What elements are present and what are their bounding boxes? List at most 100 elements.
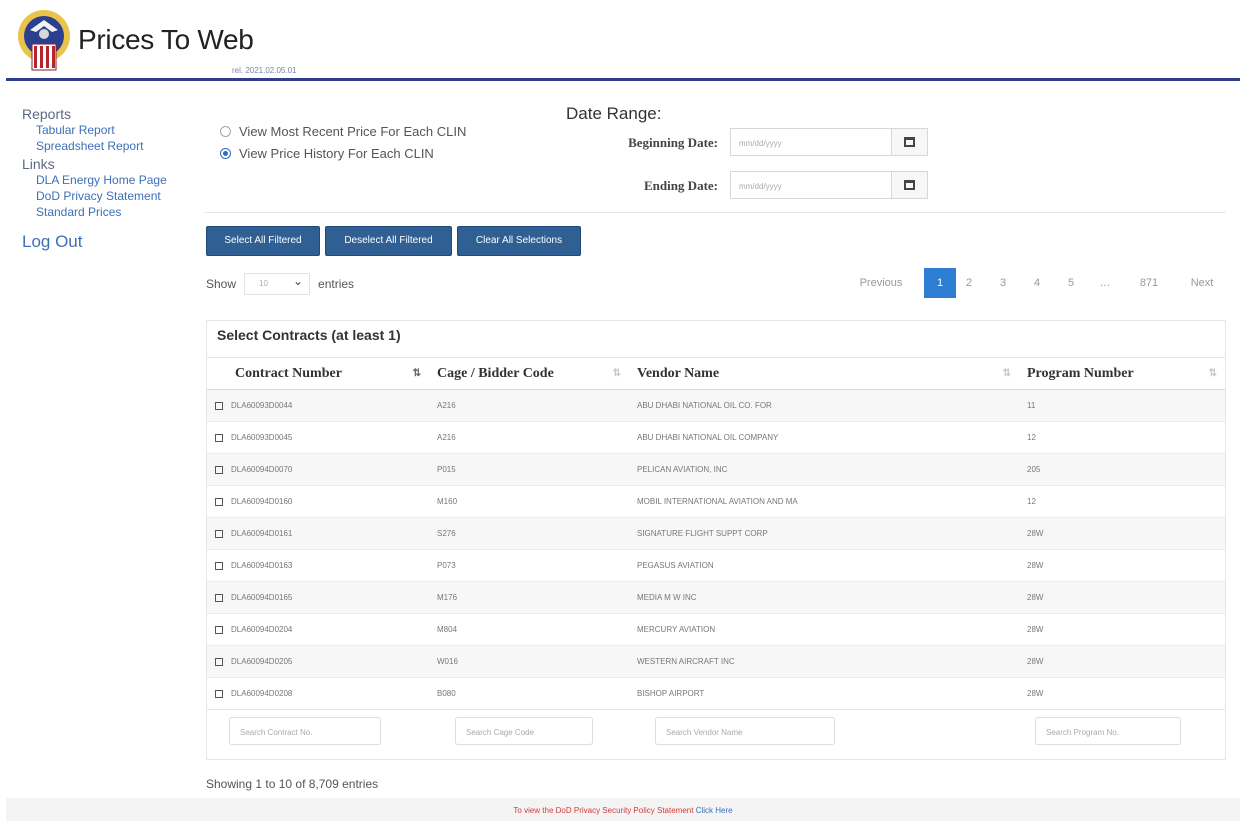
sidebar-link-privacy-statement[interactable]: DoD Privacy Statement bbox=[22, 188, 202, 204]
row-checkbox[interactable] bbox=[215, 561, 223, 570]
column-header-vendor-name[interactable]: Vendor Name ⇅ bbox=[629, 357, 1019, 390]
table-row[interactable]: DLA60094D0205 W016 WESTERN AIRCRAFT INC 28W bbox=[207, 645, 1225, 678]
contract-number-cell-text: DLA60094D0205 bbox=[231, 657, 293, 666]
contract-number-cell-text: DLA60094D0160 bbox=[231, 497, 293, 506]
table-row[interactable]: DLA60094D0161 S276 SIGNATURE FLIGHT SUPPT … bbox=[207, 517, 1225, 550]
table-row[interactable]: DLA60094D0165 M176 MEDIA M W INC 28W bbox=[207, 581, 1225, 614]
row-checkbox[interactable] bbox=[215, 689, 223, 698]
vendor-name-cell-text: ABU DHABI NATIONAL OIL COMPANY bbox=[637, 433, 779, 442]
vendor-name-cell: SIGNATURE FLIGHT SUPPT CORP bbox=[629, 517, 1019, 550]
cage-code-cell: P073 bbox=[429, 549, 629, 582]
search-cage-input[interactable]: Search Cage Code bbox=[455, 716, 593, 745]
row-checkbox[interactable] bbox=[215, 433, 223, 442]
program-number-cell: 28W bbox=[1019, 613, 1225, 646]
sort-icon[interactable]: ⇅ bbox=[1003, 368, 1011, 379]
vendor-name-cell: MEDIA M W INC bbox=[629, 581, 1019, 614]
beginning-date-input[interactable]: mm/dd/yyyy bbox=[730, 128, 892, 156]
cage-code-cell-text: S276 bbox=[437, 529, 456, 538]
version-label: rel. 2021.02.05.01 bbox=[232, 66, 297, 75]
contract-number-cell: DLA60094D0204 bbox=[207, 613, 429, 646]
sidebar-link-tabular-report[interactable]: Tabular Report bbox=[22, 122, 202, 138]
pagination-page-2[interactable]: 2 bbox=[958, 268, 980, 298]
row-checkbox[interactable] bbox=[215, 465, 223, 474]
search-program-input[interactable]: Search Program No. bbox=[1035, 716, 1181, 745]
table-row[interactable]: DLA60094D0204 M804 MERCURY AVIATION 28W bbox=[207, 613, 1225, 646]
vendor-name-cell: MERCURY AVIATION bbox=[629, 613, 1019, 646]
sidebar-link-standard-prices[interactable]: Standard Prices bbox=[22, 204, 202, 220]
program-number-cell-text: 205 bbox=[1027, 465, 1041, 474]
contracts-table: Contract Number ⇅ Cage / Bidder Code ⇅ Ven… bbox=[207, 357, 1225, 752]
pagination-page-4[interactable]: 4 bbox=[1026, 268, 1048, 298]
calendar-icon[interactable] bbox=[892, 171, 928, 199]
calendar-icon[interactable] bbox=[892, 128, 928, 156]
column-header-program-number[interactable]: Program Number ⇅ bbox=[1019, 357, 1225, 390]
table-row[interactable]: DLA60094D0163 P073 PEGASUS AVIATION 28W bbox=[207, 549, 1225, 582]
column-header-contract-number[interactable]: Contract Number ⇅ bbox=[207, 357, 429, 390]
row-checkbox[interactable] bbox=[215, 497, 223, 506]
row-checkbox[interactable] bbox=[215, 401, 223, 410]
links-heading: Links bbox=[22, 156, 55, 172]
program-number-cell-text: 28W bbox=[1027, 561, 1044, 570]
table-row[interactable]: DLA60093D0045 A216 ABU DHABI NATIONAL OIL … bbox=[207, 421, 1225, 454]
vendor-name-cell-text: MEDIA M W INC bbox=[637, 593, 697, 602]
column-header-cage-code[interactable]: Cage / Bidder Code ⇅ bbox=[429, 357, 629, 390]
contracts-panel-title: Select Contracts (at least 1) bbox=[217, 327, 401, 343]
pagination-page-5[interactable]: 5 bbox=[1060, 268, 1082, 298]
program-number-cell-text: 28W bbox=[1027, 593, 1044, 602]
entries-label: entries bbox=[318, 277, 355, 291]
table-row[interactable]: DLA60094D0160 M160 MOBIL INTERNATIONAL AVI… bbox=[207, 485, 1225, 518]
contract-number-cell-text: DLA60094D0204 bbox=[231, 625, 293, 634]
search-contract-input[interactable]: Search Contract No. bbox=[229, 716, 381, 745]
clear-all-selections-button[interactable]: Clear All Selections bbox=[457, 226, 581, 256]
contract-number-cell: DLA60094D0070 bbox=[207, 453, 429, 486]
reports-heading: Reports bbox=[22, 106, 72, 122]
logout-link[interactable]: Log Out bbox=[22, 232, 202, 252]
program-number-cell: 28W bbox=[1019, 581, 1225, 614]
radio-most-recent[interactable] bbox=[220, 125, 231, 137]
ending-date-label: Ending Date: bbox=[643, 178, 718, 193]
program-number-cell: 28W bbox=[1019, 517, 1225, 550]
deselect-all-filtered-button[interactable]: Deselect All Filtered bbox=[325, 226, 452, 256]
row-checkbox[interactable] bbox=[215, 625, 223, 634]
contract-number-cell: DLA60094D0205 bbox=[207, 645, 429, 678]
vendor-name-cell: PEGASUS AVIATION bbox=[629, 549, 1019, 582]
column-search-row: Search Contract No. Search Cage Code Sea… bbox=[207, 709, 1225, 752]
contracts-table-body: DLA60093D0044 A216 ABU DHABI NATIONAL OIL … bbox=[207, 389, 1225, 710]
pagination-ellipsis: … bbox=[1099, 277, 1111, 289]
vendor-name-cell-text: WESTERN AIRCRAFT INC bbox=[637, 657, 735, 666]
sidebar-link-spreadsheet-report[interactable]: Spreadsheet Report bbox=[22, 138, 202, 154]
sort-icon[interactable]: ⇅ bbox=[613, 368, 621, 379]
program-number-cell-text: 28W bbox=[1027, 657, 1044, 666]
sidebar-link-dla-energy[interactable]: DLA Energy Home Page bbox=[22, 172, 202, 188]
table-row[interactable]: DLA60094D0070 P015 PELICAN AVIATION, INC 20… bbox=[207, 453, 1225, 486]
radio-price-history[interactable] bbox=[220, 147, 231, 159]
footer-privacy-link[interactable]: Click Here bbox=[696, 806, 733, 815]
cage-code-cell: W016 bbox=[429, 645, 629, 678]
cage-code-cell: A216 bbox=[429, 421, 629, 454]
table-row[interactable]: DLA60093D0044 A216 ABU DHABI NATIONAL OIL … bbox=[207, 389, 1225, 422]
ending-date-input[interactable]: mm/dd/yyyy bbox=[730, 171, 892, 199]
pagination-page-last[interactable]: 871 bbox=[1132, 268, 1166, 298]
search-vendor-input[interactable]: Search Vendor Name bbox=[655, 716, 835, 745]
row-checkbox[interactable] bbox=[215, 593, 223, 602]
pagination-page-3[interactable]: 3 bbox=[992, 268, 1014, 298]
contract-number-cell: DLA60094D0208 bbox=[207, 677, 429, 710]
pagination-next[interactable]: Next bbox=[1180, 268, 1224, 298]
sort-icon[interactable]: ⇅ bbox=[413, 368, 421, 379]
table-row[interactable]: DLA60094D0208 B080 BISHOP AIRPORT 28W bbox=[207, 677, 1225, 710]
option-price-history[interactable]: View Price History For Each CLIN bbox=[220, 142, 466, 164]
page-size-select[interactable]: 10 bbox=[244, 273, 311, 295]
page-size-control: Show 10 entries bbox=[206, 273, 354, 295]
program-number-cell: 205 bbox=[1019, 453, 1225, 486]
row-checkbox[interactable] bbox=[215, 529, 223, 538]
option-most-recent[interactable]: View Most Recent Price For Each CLIN bbox=[220, 120, 466, 142]
select-all-filtered-button[interactable]: Select All Filtered bbox=[206, 226, 320, 256]
sort-icon[interactable]: ⇅ bbox=[1209, 368, 1217, 379]
pagination-page-1[interactable]: 1 bbox=[924, 268, 956, 298]
vendor-name-cell: BISHOP AIRPORT bbox=[629, 677, 1019, 710]
cage-code-cell: M804 bbox=[429, 613, 629, 646]
view-options: View Most Recent Price For Each CLIN Vie… bbox=[220, 120, 466, 164]
vendor-name-cell: WESTERN AIRCRAFT INC bbox=[629, 645, 1019, 678]
row-checkbox[interactable] bbox=[215, 657, 223, 666]
pagination-previous[interactable]: Previous bbox=[848, 268, 914, 298]
